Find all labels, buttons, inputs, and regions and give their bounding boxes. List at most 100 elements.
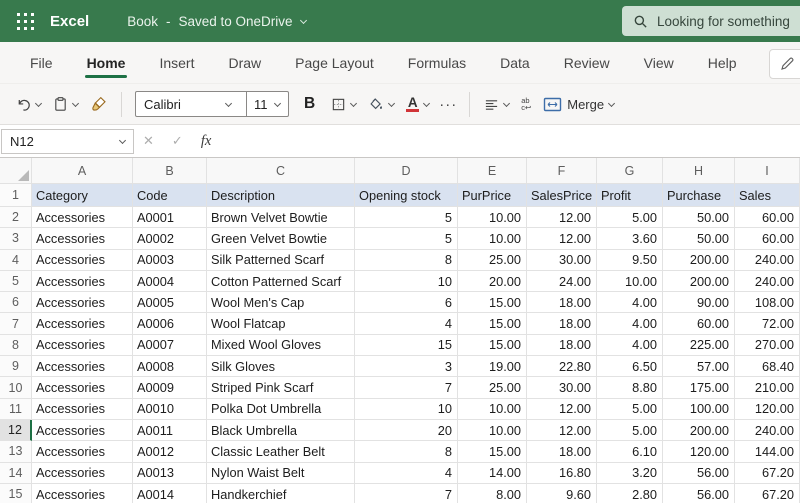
font-name-select[interactable]: Calibri xyxy=(136,97,222,112)
cell[interactable]: 210.00 xyxy=(735,377,800,399)
column-header-H[interactable]: H xyxy=(663,158,735,184)
cell[interactable]: 57.00 xyxy=(663,356,735,378)
cell[interactable]: 6.50 xyxy=(597,356,663,378)
cell[interactable]: Cotton Patterned Scarf xyxy=(207,270,355,293)
cell[interactable]: Accessories xyxy=(32,419,133,442)
cell[interactable]: 15.00 xyxy=(458,292,527,314)
cell[interactable]: 50.00 xyxy=(663,207,735,229)
cell[interactable]: A0012 xyxy=(133,441,207,463)
cell[interactable]: 5 xyxy=(355,228,458,250)
row-header-14[interactable]: 14 xyxy=(0,462,32,484)
cell[interactable]: A0001 xyxy=(133,207,207,229)
row-header-6[interactable]: 6 xyxy=(0,292,32,314)
cell[interactable]: 240.00 xyxy=(735,419,800,442)
cell[interactable]: Striped Pink Scarf xyxy=(207,377,355,399)
cell[interactable]: 15.00 xyxy=(458,313,527,335)
column-header-E[interactable]: E xyxy=(458,158,527,184)
app-launcher-icon[interactable] xyxy=(17,12,34,30)
cell[interactable]: 200.00 xyxy=(663,270,735,293)
cell[interactable]: 4 xyxy=(355,313,458,335)
cell[interactable]: 3.20 xyxy=(597,462,663,484)
row-header-5[interactable]: 5 xyxy=(0,270,32,293)
cell[interactable]: Description xyxy=(207,184,355,207)
cell[interactable]: 18.00 xyxy=(527,441,597,463)
cell[interactable]: Green Velvet Bowtie xyxy=(207,228,355,250)
font-size-select[interactable]: 11 xyxy=(247,97,271,112)
cell[interactable]: Accessories xyxy=(32,356,133,378)
cell[interactable]: A0009 xyxy=(133,377,207,399)
cell[interactable]: Code xyxy=(133,184,207,207)
cell[interactable]: Black Umbrella xyxy=(207,419,355,442)
cell[interactable]: A0011 xyxy=(133,419,207,442)
cell[interactable]: 60.00 xyxy=(735,207,800,229)
document-title-menu[interactable]: Book - Saved to OneDrive xyxy=(127,14,307,29)
bold-button[interactable]: B xyxy=(294,95,325,113)
cell[interactable]: Accessories xyxy=(32,377,133,399)
row-header-10[interactable]: 10 xyxy=(0,377,32,399)
row-header-2[interactable]: 2 xyxy=(0,207,32,229)
cell[interactable]: Brown Velvet Bowtie xyxy=(207,207,355,229)
cell[interactable]: 14.00 xyxy=(458,462,527,484)
cell[interactable]: 10 xyxy=(355,398,458,420)
cell[interactable]: 8 xyxy=(355,249,458,271)
cell[interactable]: A0004 xyxy=(133,270,207,293)
cell[interactable]: 2.80 xyxy=(597,483,663,503)
chevron-down-icon[interactable] xyxy=(273,99,282,107)
cell[interactable]: 3.60 xyxy=(597,228,663,250)
search-box[interactable]: Looking for something xyxy=(622,6,800,36)
cell[interactable]: 240.00 xyxy=(735,270,800,293)
cell[interactable]: 108.00 xyxy=(735,292,800,314)
cell[interactable]: 5.00 xyxy=(597,398,663,420)
row-header-4[interactable]: 4 xyxy=(0,249,32,271)
cell[interactable]: Mixed Wool Gloves xyxy=(207,334,355,357)
cell[interactable]: Silk Patterned Scarf xyxy=(207,249,355,271)
cell[interactable]: 10.00 xyxy=(458,419,527,442)
cell[interactable]: 15.00 xyxy=(458,334,527,357)
wrap-text-button[interactable]: ab c↩ xyxy=(515,92,537,116)
cell[interactable]: Accessories xyxy=(32,228,133,250)
row-header-7[interactable]: 7 xyxy=(0,313,32,335)
cell[interactable]: 18.00 xyxy=(527,334,597,357)
cell[interactable]: 25.00 xyxy=(458,377,527,399)
cell[interactable]: 18.00 xyxy=(527,313,597,335)
cell[interactable]: 10.00 xyxy=(458,228,527,250)
cell[interactable]: Accessories xyxy=(32,483,133,503)
tab-page-layout[interactable]: Page Layout xyxy=(278,42,391,83)
cell[interactable]: Polka Dot Umbrella xyxy=(207,398,355,420)
paste-button[interactable] xyxy=(47,91,84,117)
cell[interactable]: 10.00 xyxy=(458,398,527,420)
borders-button[interactable] xyxy=(325,92,362,117)
row-header-3[interactable]: 3 xyxy=(0,228,32,250)
cell[interactable]: 22.80 xyxy=(527,356,597,378)
insert-function-button[interactable]: fx xyxy=(192,133,220,150)
cell[interactable]: A0014 xyxy=(133,483,207,503)
cell[interactable]: Sales xyxy=(735,184,800,207)
cell[interactable]: Accessories xyxy=(32,249,133,271)
cell[interactable]: 8.80 xyxy=(597,377,663,399)
row-header-12[interactable]: 12 xyxy=(0,419,32,442)
cell[interactable]: 4 xyxy=(355,462,458,484)
more-font-options-button[interactable]: ··· xyxy=(435,96,461,113)
cell[interactable]: 4.00 xyxy=(597,292,663,314)
cell[interactable]: 200.00 xyxy=(663,419,735,442)
cell[interactable]: Handkerchief xyxy=(207,483,355,503)
cell[interactable]: SalesPrice xyxy=(527,184,597,207)
tab-review[interactable]: Review xyxy=(547,42,627,83)
cell[interactable]: 6 xyxy=(355,292,458,314)
cell[interactable]: 12.00 xyxy=(527,419,597,442)
cell[interactable]: Purchase xyxy=(663,184,735,207)
cell[interactable]: 8.00 xyxy=(458,483,527,503)
cell[interactable]: Profit xyxy=(597,184,663,207)
cell[interactable]: 6.10 xyxy=(597,441,663,463)
column-header-C[interactable]: C xyxy=(207,158,355,184)
cell[interactable]: Accessories xyxy=(32,441,133,463)
cell[interactable]: 90.00 xyxy=(663,292,735,314)
cell[interactable]: 200.00 xyxy=(663,249,735,271)
cell[interactable]: 60.00 xyxy=(735,228,800,250)
column-header-A[interactable]: A xyxy=(32,158,133,184)
font-color-button[interactable]: A xyxy=(400,92,435,117)
cell[interactable]: A0007 xyxy=(133,334,207,357)
cell[interactable]: A0003 xyxy=(133,249,207,271)
cell[interactable]: 10 xyxy=(355,270,458,293)
cell[interactable]: 56.00 xyxy=(663,483,735,503)
